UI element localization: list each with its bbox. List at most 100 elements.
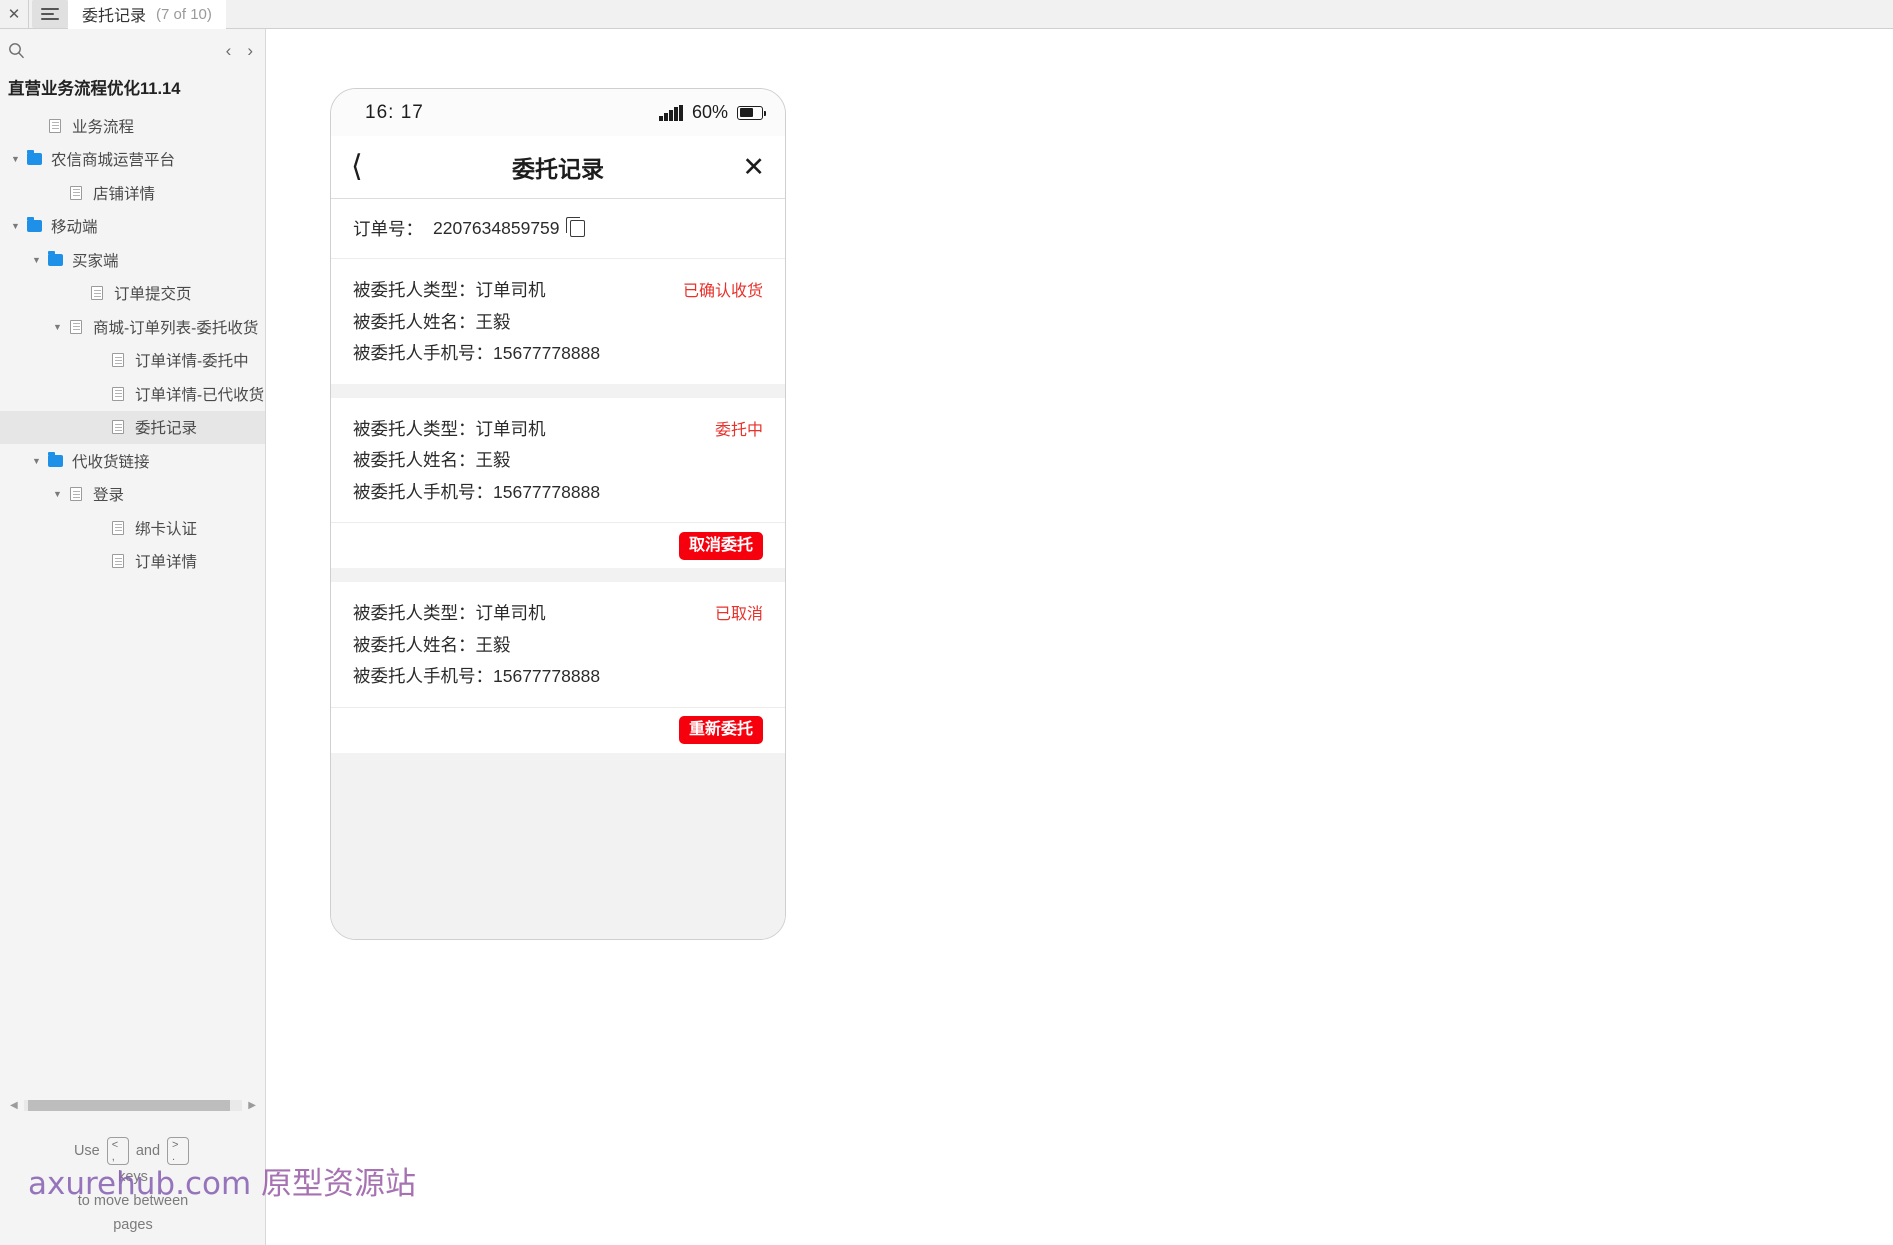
prev-page-button[interactable]: ‹ [226, 42, 232, 59]
record-action-row: 取消委托 [331, 522, 785, 568]
chevron-down-icon[interactable]: ▼ [29, 456, 44, 466]
folder-icon [23, 150, 45, 166]
page-glyph [70, 319, 82, 334]
delegation-record-card: 被委托人类型：订单司机 被委托人姓名：王毅 被委托人手机号：15677778888 已… [331, 582, 785, 707]
sitemap-item-label: 订单详情-已代收货 [135, 386, 265, 404]
sitemap-item-label: 订单提交页 [114, 286, 192, 304]
triangle-right-icon[interactable]: ▶ [248, 1100, 256, 1111]
page-glyph [70, 487, 82, 502]
close-window-button[interactable]: ✕ [0, 0, 28, 29]
status-badge: 已确认收货 [682, 283, 763, 300]
scroll-track[interactable] [23, 1099, 243, 1111]
record-phone-text: 被委托人手机号：15677778888 [353, 481, 601, 502]
folder-glyph [26, 150, 42, 166]
sitemap-toggle-button[interactable] [32, 0, 68, 28]
status-badge: 委托中 [714, 421, 763, 439]
status-badge: 已取消 [714, 606, 763, 623]
copy-icon[interactable] [565, 217, 585, 237]
sitemap-item-12[interactable]: ▼绑卡认证 [0, 511, 265, 545]
project-title: 直营业务流程优化11.14 [8, 80, 181, 98]
sitemap-item-label: 业务流程 [72, 118, 135, 136]
folder-icon [23, 217, 45, 233]
delegation-record-card: 被委托人类型：订单司机 被委托人姓名：王毅 被委托人手机号：15677778888 委… [331, 397, 785, 522]
page-icon [44, 118, 66, 133]
hint-tail-1: to move between [77, 1193, 189, 1209]
page-icon [65, 185, 87, 200]
order-number-value: 2207634859759 [433, 218, 560, 238]
sitemap-item-1[interactable]: ▼ 农信商城运营平台 [0, 143, 265, 177]
sidebar-horizontal-scrollbar[interactable]: ◀ ▶ [0, 1095, 266, 1115]
sitemap-tree: ▼业务流程▼农信商城运营平台▼店铺详情▼移动端▼买家端▼订单提交页▼商城-订单列… [0, 109, 265, 578]
page-glyph [112, 520, 124, 535]
page-icon [107, 420, 129, 435]
sitemap-item-label: 买家端 [72, 252, 119, 270]
sitemap-item-3[interactable]: ▼ 移动端 [0, 210, 265, 244]
page-glyph [112, 353, 124, 368]
prototype-canvas: 16: 17 60% ⟨ 委托记录 ✕ 订单号： 2207634859759 被… [267, 29, 1893, 1245]
sitemap-item-4[interactable]: ▼ 买家端 [0, 243, 265, 277]
chevron-down-icon[interactable]: ▼ [8, 221, 23, 231]
phone-content: 订单号： 2207634859759 被委托人类型：订单司机 被委托人姓名：王毅被… [331, 199, 785, 939]
sidebar: ‹ › 直营业务流程优化11.14 ▼业务流程▼农信商城运营平台▼店铺详情▼移动… [0, 29, 266, 1245]
sitemap-item-label: 委托记录 [135, 420, 198, 438]
next-page-button[interactable]: › [247, 42, 253, 59]
folder-glyph [47, 451, 63, 467]
page-glyph [112, 554, 124, 569]
page-icon [65, 487, 87, 502]
sitemap-item-11[interactable]: ▼ 登录 [0, 478, 265, 512]
sitemap-item-7[interactable]: ▼订单详情-委托中 [0, 344, 265, 378]
sitemap-item-label: 登录 [93, 487, 125, 505]
delegation-record-list: 被委托人类型：订单司机 被委托人姓名：王毅 被委托人手机号：15677778888 已… [331, 259, 785, 753]
page-glyph [112, 386, 124, 401]
order-number-label: 订单号： [353, 219, 423, 239]
chevron-down-icon[interactable]: ▼ [8, 154, 23, 164]
hint-use: Use [73, 1142, 100, 1159]
sitemap-item-10[interactable]: ▼ 代收货链接 [0, 444, 265, 478]
phone-page-title: 委托记录 [512, 156, 604, 182]
folder-icon [44, 250, 66, 266]
scroll-thumb[interactable] [27, 1099, 230, 1111]
redelegate-button[interactable]: 重新委托 [678, 716, 763, 744]
record-type-text: 被委托人类型：订单司机 [353, 418, 546, 439]
chevron-down-icon[interactable]: ▼ [50, 489, 65, 499]
sitemap-item-9[interactable]: ▼委托记录 [0, 410, 265, 444]
hamburger-icon [41, 8, 59, 20]
key-next-cap: > . [167, 1137, 190, 1165]
keyboard-hint: Use < , and > . keys to move between pag… [0, 1137, 266, 1237]
key-prev-sub: , [111, 1151, 115, 1163]
app-root: ✕ 委托记录 (7 of 10) ‹ › 直营业务流程优化11.14 ▼业务流程… [0, 0, 1893, 1245]
order-number-row: 订单号： 2207634859759 [331, 199, 785, 259]
sitemap-item-8[interactable]: ▼订单详情-已代收货 [0, 377, 265, 411]
hint-keys-word: keys [118, 1169, 148, 1185]
topbar-divider [28, 0, 29, 29]
key-prev-cap: < , [106, 1137, 129, 1165]
sitemap-item-2[interactable]: ▼店铺详情 [0, 176, 265, 210]
sitemap-item-label: 移动端 [51, 219, 98, 237]
hint-tail-2: pages [113, 1217, 153, 1233]
search-icon[interactable] [8, 42, 25, 59]
cancel-delegation-button[interactable]: 取消委托 [678, 531, 763, 560]
chevron-left-icon[interactable]: ⟨ [351, 152, 363, 182]
page-icon [107, 554, 129, 569]
triangle-left-icon[interactable]: ◀ [10, 1100, 18, 1111]
record-action-row: 重新委托 [331, 706, 785, 753]
page-glyph [112, 420, 124, 435]
page-icon [107, 353, 129, 368]
content-filler [331, 752, 785, 939]
chevron-down-icon[interactable]: ▼ [29, 255, 44, 265]
page-icon [107, 386, 129, 401]
record-type-text: 被委托人类型：订单司机 [353, 603, 546, 623]
sitemap-item-label: 店铺详情 [93, 185, 156, 203]
sitemap-item-13[interactable]: ▼订单详情 [0, 545, 265, 579]
record-name-text: 被委托人姓名：王毅 [353, 634, 511, 655]
sitemap-item-6[interactable]: ▼ 商城-订单列表-委托收货 [0, 310, 265, 344]
chevron-down-icon[interactable]: ▼ [50, 322, 65, 332]
page-tab-count: (7 of 10) [156, 5, 212, 23]
sitemap-item-0[interactable]: ▼业务流程 [0, 109, 265, 143]
close-icon[interactable]: ✕ [742, 153, 765, 181]
sidebar-toolbar: ‹ › [0, 29, 265, 71]
sitemap-item-5[interactable]: ▼订单提交页 [0, 277, 265, 311]
page-icon [86, 286, 108, 301]
page-tab[interactable]: 委托记录 (7 of 10) [68, 0, 226, 29]
sitemap-item-label: 商城-订单列表-委托收货 [93, 319, 259, 337]
